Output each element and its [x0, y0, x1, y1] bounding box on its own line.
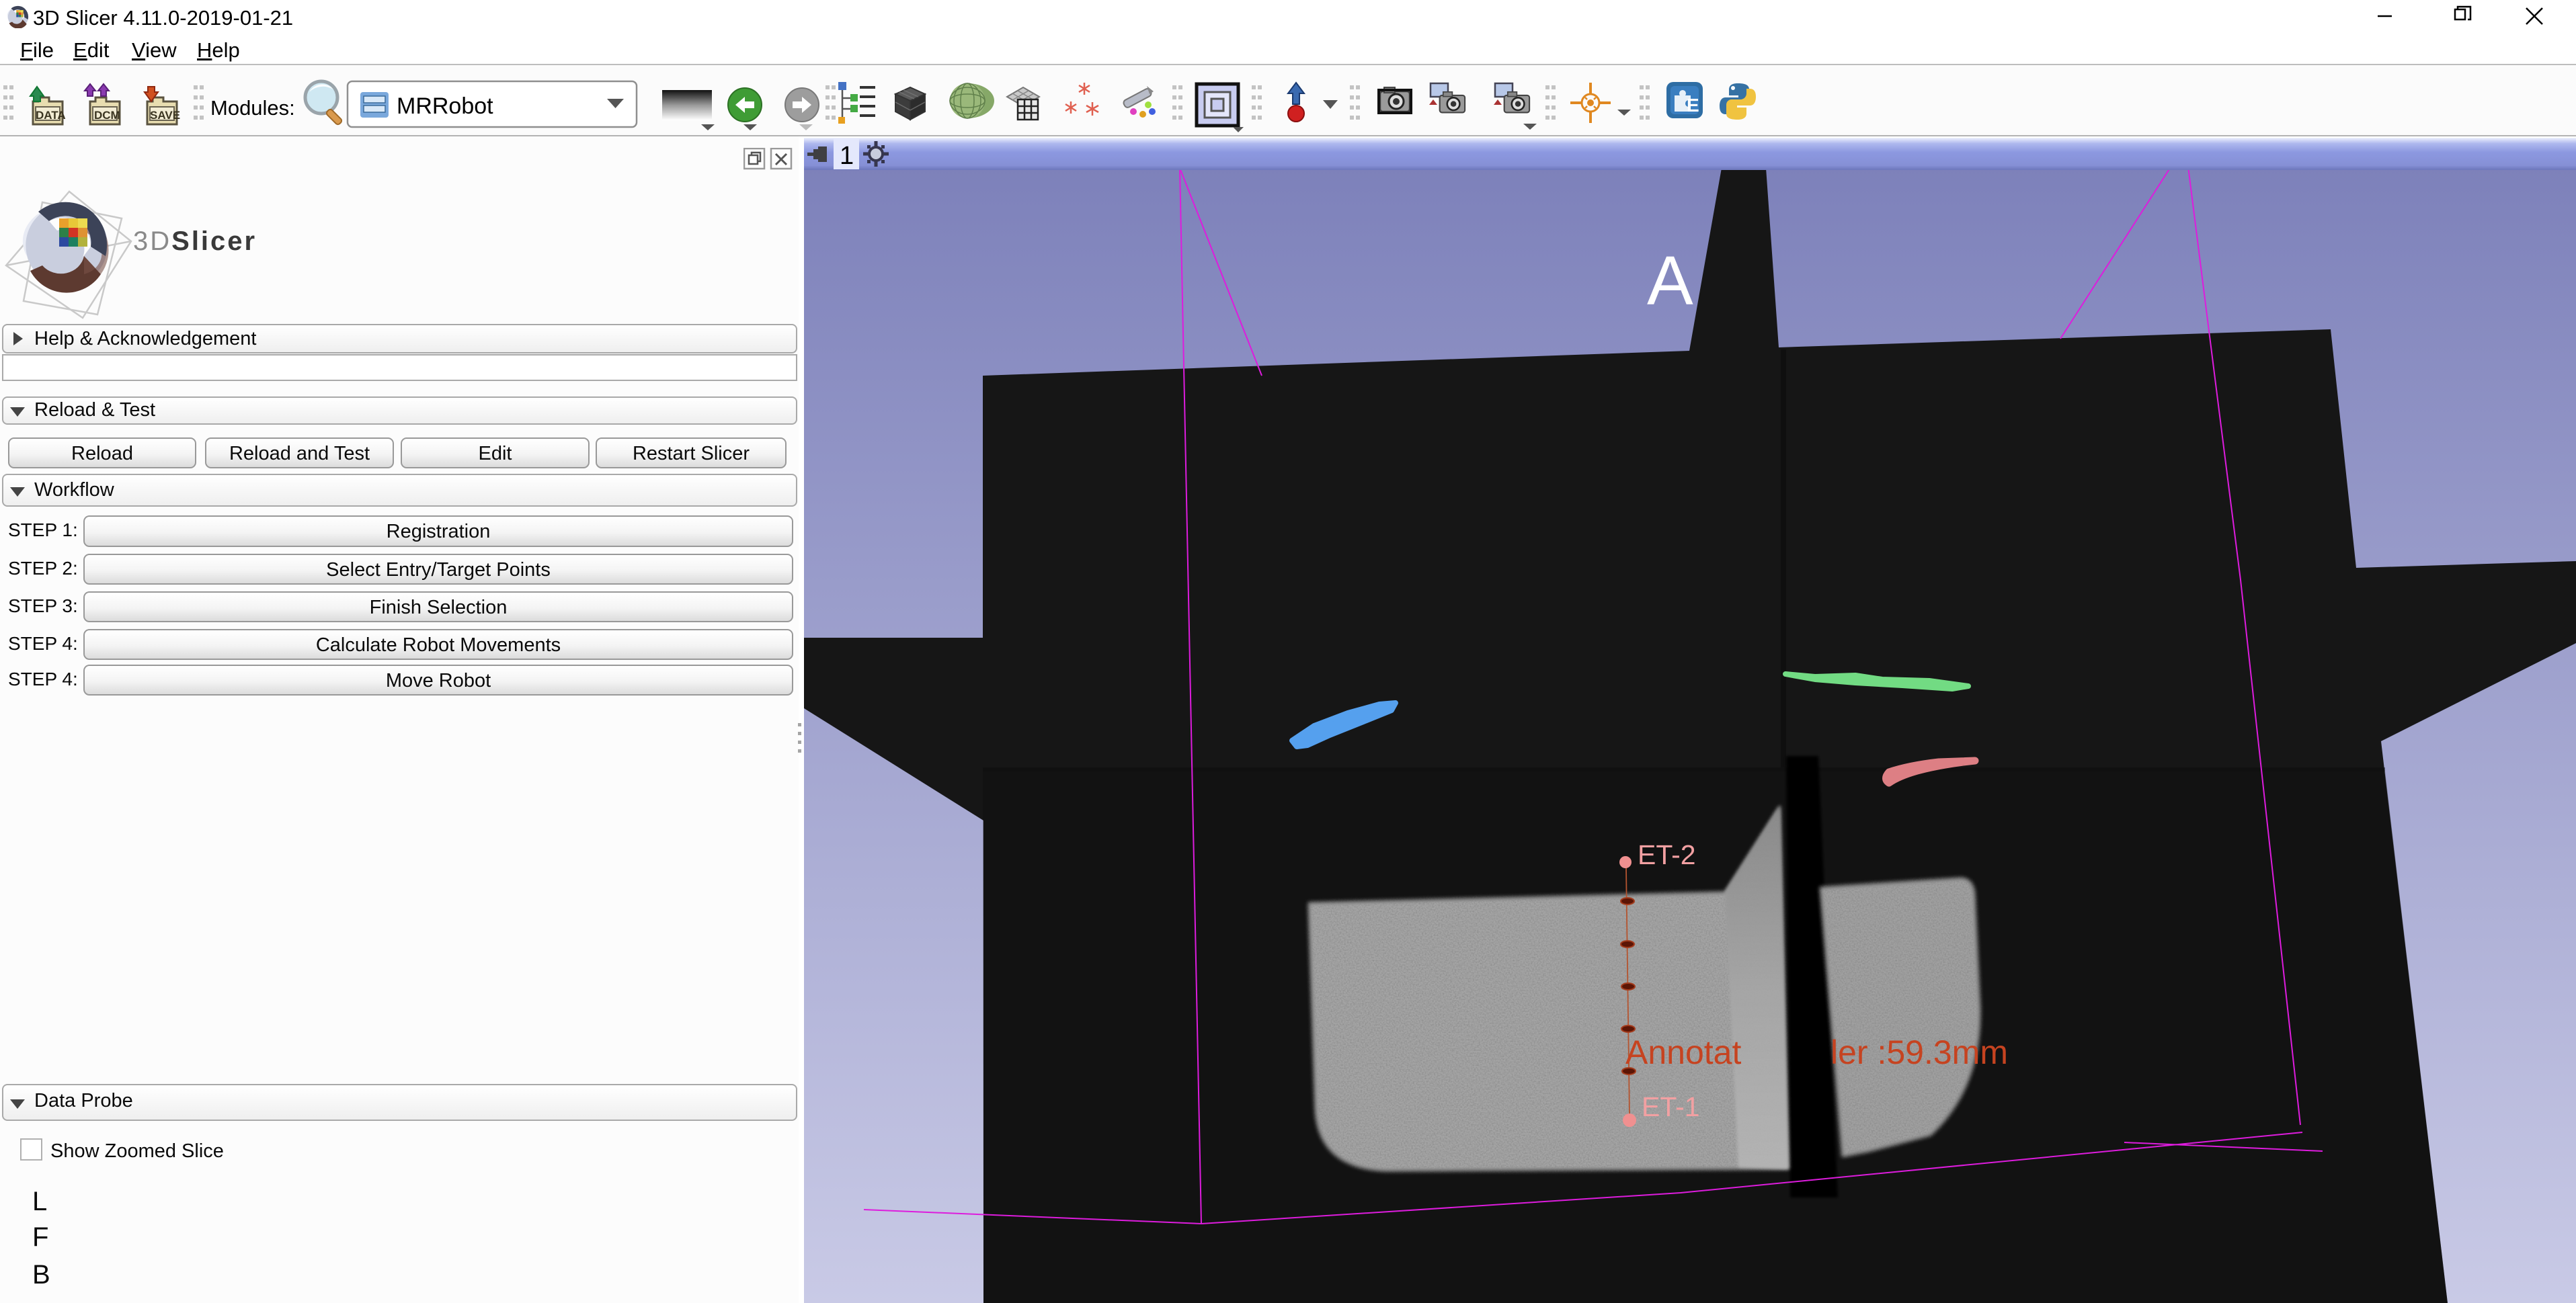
svg-text:SAVE: SAVE [150, 109, 180, 122]
svg-text:1: 1 [840, 142, 854, 170]
svg-text:A: A [1647, 242, 1693, 319]
svg-text:MRRobot: MRRobot [397, 93, 493, 119]
svg-text:Modules:: Modules: [210, 96, 295, 120]
svg-text:E: E [1687, 95, 1699, 116]
svg-text:DATA: DATA [36, 109, 66, 122]
svg-text:DCM: DCM [94, 109, 120, 122]
svg-text:Annotat: Annotat [1625, 1034, 1741, 1071]
svg-text:ET-1: ET-1 [1642, 1091, 1700, 1122]
svg-text:ET-2: ET-2 [1638, 839, 1696, 870]
svg-text:ler :59.3mm: ler :59.3mm [1830, 1034, 2008, 1071]
